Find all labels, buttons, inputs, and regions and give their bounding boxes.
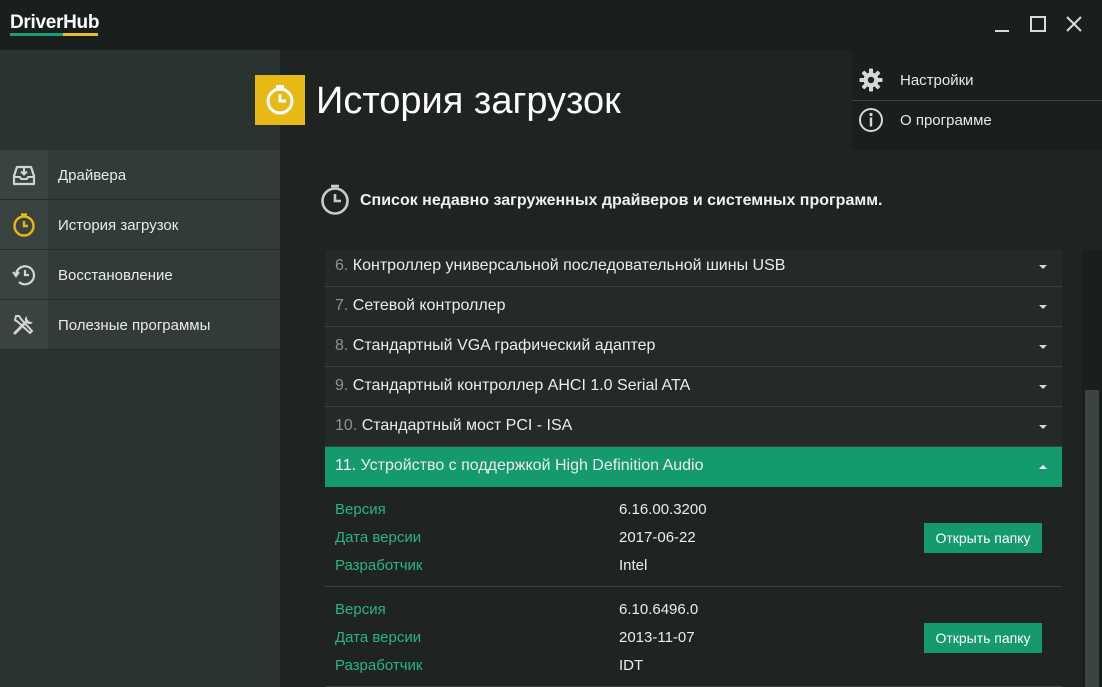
item-number: 6. xyxy=(335,257,349,274)
list-item-expanded[interactable]: 11. Устройство с поддержкой High Definit… xyxy=(325,447,1062,487)
clock-icon xyxy=(0,200,48,249)
chevron-up-icon xyxy=(1039,465,1047,469)
maximize-icon[interactable] xyxy=(1026,12,1050,36)
sidebar-item-label: Полезные программы xyxy=(58,317,211,334)
item-label: Стандартный VGA графический адаптер xyxy=(352,337,656,354)
title-bar: DriverHub xyxy=(0,0,1102,50)
item-label: Устройство с поддержкой High Definition … xyxy=(360,457,704,474)
chevron-down-icon xyxy=(1039,425,1047,429)
item-number: 8. xyxy=(335,337,349,354)
app-logo: DriverHub xyxy=(10,12,100,33)
close-icon[interactable] xyxy=(1062,12,1086,36)
version-label: Версия xyxy=(335,501,386,518)
developer-value: Intel xyxy=(619,557,648,574)
item-label: Стандартный контроллер AHCI 1.0 Serial A… xyxy=(352,377,691,394)
list-item[interactable]: 6. Контроллер универсальной последовател… xyxy=(325,250,1062,287)
info-icon xyxy=(858,107,884,133)
sidebar-item-label: Восстановление xyxy=(58,267,173,284)
version-value: 6.10.6496.0 xyxy=(619,601,699,618)
item-label: Контроллер универсальной последовательно… xyxy=(352,257,786,274)
sidebar-item-useful-programs[interactable]: Полезные программы xyxy=(0,300,280,350)
item-number: 11. xyxy=(335,457,357,474)
sidebar-item-drivers[interactable]: Драйвера xyxy=(0,150,280,200)
version-value: 6.16.00.3200 xyxy=(619,501,707,518)
drive-icon xyxy=(0,150,48,199)
history-icon xyxy=(0,250,48,299)
sidebar-header xyxy=(0,50,280,150)
download-list: 6. Контроллер универсальной последовател… xyxy=(325,250,1062,687)
sidebar-item-label: Драйвера xyxy=(58,167,127,184)
driver-version-details: Версия 6.16.00.3200 Дата версии 2017-06-… xyxy=(325,487,1062,587)
developer-value: IDT xyxy=(619,657,644,674)
settings-menu-item[interactable]: Настройки xyxy=(852,60,1102,100)
about-menu-item[interactable]: О программе xyxy=(852,100,1102,140)
open-folder-button[interactable]: Открыть папку xyxy=(924,623,1042,653)
date-value: 2017-06-22 xyxy=(619,529,696,546)
settings-label: Настройки xyxy=(900,72,974,89)
sidebar-item-restore[interactable]: Восстановление xyxy=(0,250,280,300)
logo-underline xyxy=(10,33,98,36)
driver-version-details: Версия 6.10.6496.0 Дата версии 2013-11-0… xyxy=(325,587,1062,687)
page-title: История загрузок xyxy=(316,80,621,122)
list-item[interactable]: 10. Стандартный мост PCI - ISA xyxy=(325,407,1062,447)
tools-icon xyxy=(0,300,48,349)
clock-icon xyxy=(318,183,352,217)
open-folder-button[interactable]: Открыть папку xyxy=(924,523,1042,553)
about-label: О программе xyxy=(900,112,992,129)
item-number: 10. xyxy=(335,417,358,434)
minimize-icon[interactable] xyxy=(990,12,1014,36)
chevron-down-icon xyxy=(1039,305,1047,309)
sidebar-item-label: История загрузок xyxy=(58,217,179,234)
date-value: 2013-11-07 xyxy=(619,629,695,646)
item-number: 9. xyxy=(335,377,349,394)
developer-label: Разработчик xyxy=(335,557,423,574)
chevron-down-icon xyxy=(1039,345,1047,349)
chevron-down-icon xyxy=(1039,385,1047,389)
developer-label: Разработчик xyxy=(335,657,423,674)
date-label: Дата версии xyxy=(335,629,422,646)
page-subtitle: Список недавно загруженных драйверов и с… xyxy=(360,192,883,209)
date-label: Дата версии xyxy=(335,529,422,546)
list-item[interactable]: 8. Стандартный VGA графический адаптер xyxy=(325,327,1062,367)
gear-icon xyxy=(858,67,884,93)
item-number: 7. xyxy=(335,297,349,314)
chevron-down-icon xyxy=(1039,265,1047,269)
item-label: Стандартный мост PCI - ISA xyxy=(361,417,573,434)
scrollbar-thumb[interactable] xyxy=(1085,390,1099,687)
item-label: Сетевой контроллер xyxy=(352,297,506,314)
divider xyxy=(0,349,280,350)
clock-icon xyxy=(255,75,305,125)
list-item[interactable]: 9. Стандартный контроллер AHCI 1.0 Seria… xyxy=(325,367,1062,407)
sidebar-item-download-history[interactable]: История загрузок xyxy=(0,200,280,250)
version-label: Версия xyxy=(335,601,386,618)
list-item[interactable]: 7. Сетевой контроллер xyxy=(325,287,1062,327)
